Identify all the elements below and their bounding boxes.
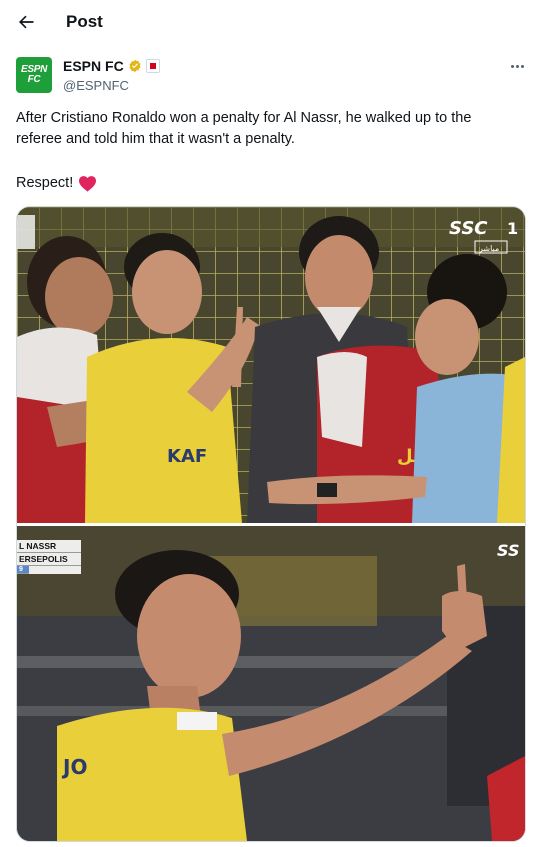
back-button[interactable] [14,10,38,34]
scorebug-team2: ERSEPOLIS [17,553,81,566]
author-display-name[interactable]: ESPN FC [63,58,124,74]
broadcast-logo-bottom: SS [497,541,519,560]
broadcast-logo-top: SSC [449,218,488,239]
author-handle[interactable]: @ESPNFC [63,78,129,93]
shirt-text-bottom: JO [61,755,87,779]
heart-icon [79,176,97,192]
media-photo-top[interactable]: KAF جل SSC 1 مباشر [17,207,525,523]
post-header: Post [0,0,539,46]
author-name-row: ESPN FC [63,58,160,74]
avatar[interactable]: ESPN FC [16,57,52,93]
broadcast-live-label: مباشر [478,244,499,253]
tweet-respect-text: Respect! [16,175,74,191]
verified-badge-icon[interactable] [128,59,142,73]
tweet-media[interactable]: KAF جل SSC 1 مباشر JO SS L NASSR ERSEPOL… [16,206,526,842]
scorebug-minute: 9 [17,566,29,574]
more-options-button[interactable] [506,56,528,76]
media-photo-bottom[interactable]: JO SS L NASSR ERSEPOLIS 9 [17,526,525,841]
avatar-logo-line2: FC [27,74,41,85]
scorebug: L NASSR ERSEPOLIS 9 [17,540,81,574]
broadcast-channel-top: 1 [507,219,518,238]
more-icon [510,64,514,68]
affiliate-badge-icon[interactable] [145,59,160,73]
tweet-text: After Cristiano Ronaldo won a penalty fo… [16,110,472,147]
tweet-respect-line: Respect! [16,173,97,194]
back-arrow-icon [19,15,34,29]
shirt-text-top: KAF [167,446,207,467]
page-title: Post [66,12,103,31]
scorebug-team1: L NASSR [17,540,81,553]
